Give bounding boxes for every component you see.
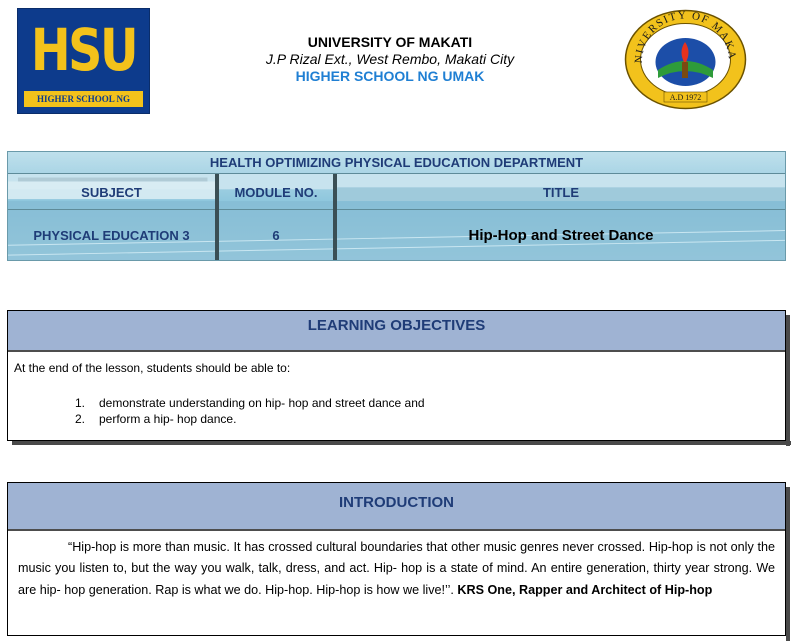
- objectives-intro: At the end of the lesson, students shoul…: [14, 361, 291, 375]
- letterhead: UNIVERSITY OF MAKATI J.P Rizal Ext., Wes…: [180, 34, 600, 85]
- hsu-logo-caption: HIGHER SCHOOL NG UMAK: [24, 91, 143, 113]
- department-title: HEALTH OPTIMIZING PHYSICAL EDUCATION DEP…: [8, 152, 785, 174]
- university-address: J.P Rizal Ext., West Rembo, Makati City: [265, 51, 515, 67]
- introduction-heading: INTRODUCTION: [8, 483, 785, 531]
- list-text: perform a hip- hop dance.: [99, 412, 237, 426]
- university-name: UNIVERSITY OF MAKATI: [307, 34, 473, 50]
- hsu-logo-letters: HSU: [30, 16, 139, 84]
- introduction-paragraph: “Hip-hop is more than music. It has cros…: [18, 537, 775, 601]
- subject-value: PHYSICAL EDUCATION 3: [33, 228, 190, 243]
- box-shadow: [786, 487, 790, 641]
- module-value: 6: [272, 228, 280, 243]
- university-seal: UNIVERSITY OF MAKATI A.D 1972: [622, 8, 747, 110]
- module-header: MODULE NO.: [234, 184, 318, 200]
- quote-attribution: KRS One, Rapper and Architect of Hip-hop: [457, 582, 713, 597]
- subject-header: SUBJECT: [81, 184, 142, 200]
- learning-objectives-section: LEARNING OBJECTIVES At the end of the le…: [7, 310, 791, 446]
- learning-objectives-heading: LEARNING OBJECTIVES: [8, 311, 785, 352]
- objectives-list: 1. demonstrate understanding on hip- hop…: [75, 395, 425, 427]
- box-shadow: [786, 315, 790, 446]
- department-table: HEALTH OPTIMIZING PHYSICAL EDUCATION DEP…: [7, 151, 786, 261]
- box-shadow: [12, 441, 791, 445]
- list-number: 1.: [75, 396, 86, 410]
- seal-year: A.D 1972: [670, 93, 702, 102]
- list-text: demonstrate understanding on hip- hop an…: [99, 396, 425, 410]
- introduction-section: INTRODUCTION “Hip-hop is more than music…: [7, 482, 790, 641]
- list-number: 2.: [75, 412, 86, 426]
- school-name: HIGHER SCHOOL NG UMAK: [295, 68, 485, 84]
- title-value: Hip-Hop and Street Dance: [468, 227, 654, 244]
- hsu-logo: HSU HIGHER SCHOOL NG UMAK: [17, 8, 150, 114]
- list-item: 2. perform a hip- hop dance.: [75, 411, 425, 427]
- list-item: 1. demonstrate understanding on hip- hop…: [75, 395, 425, 411]
- title-header: TITLE: [542, 184, 580, 200]
